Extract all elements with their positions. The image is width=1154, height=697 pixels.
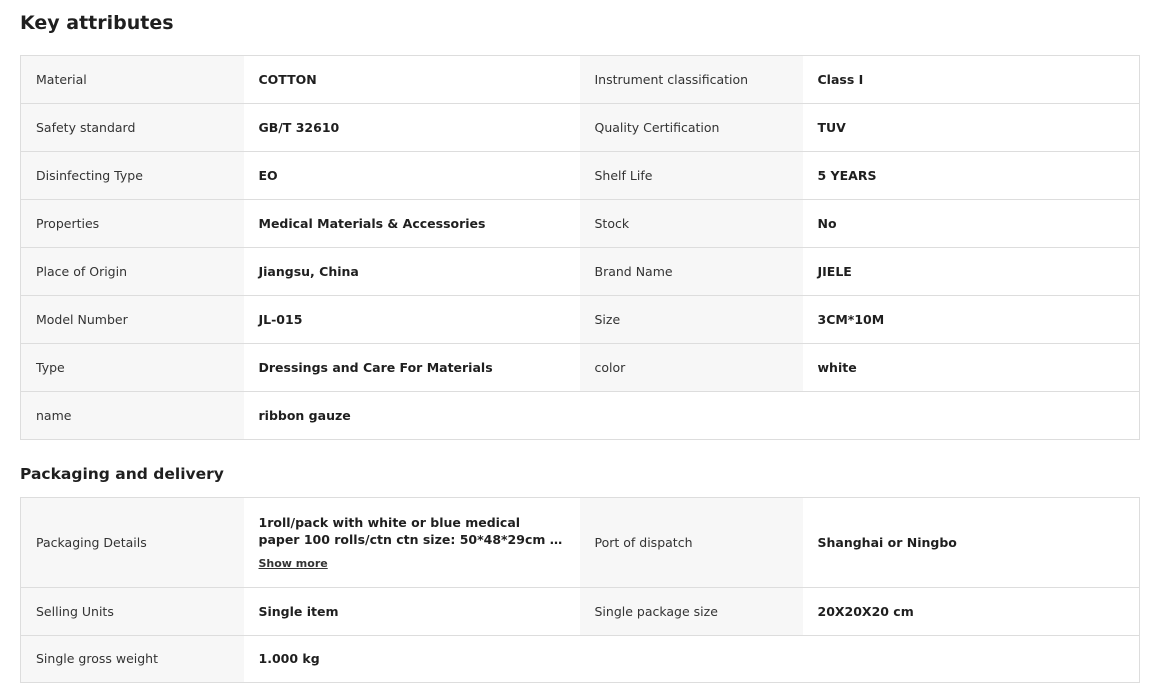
attribute-row: Single gross weight 1.000 kg bbox=[20, 635, 1140, 683]
attribute-value: No bbox=[802, 199, 1140, 248]
attribute-label: Place of Origin bbox=[20, 247, 244, 296]
port-of-dispatch-value: Shanghai or Ningbo bbox=[802, 497, 1140, 588]
packaging-details-value: 1roll/pack with white or blue medical pa… bbox=[243, 497, 580, 588]
packaging-details-text: 1roll/pack with white or blue medical pa… bbox=[258, 514, 565, 547]
attribute-row: Place of Origin Jiangsu, China Brand Nam… bbox=[20, 247, 1140, 296]
attribute-value: EO bbox=[243, 151, 580, 200]
attribute-value: GB/T 32610 bbox=[243, 103, 580, 152]
attribute-value: ribbon gauze bbox=[243, 391, 580, 440]
package-size-value: 20X20X20 cm bbox=[802, 587, 1140, 636]
attribute-row: Disinfecting Type EO Shelf Life 5 YEARS bbox=[20, 151, 1140, 200]
attribute-label: Quality Certification bbox=[579, 103, 803, 152]
attribute-value: Medical Materials & Accessories bbox=[243, 199, 580, 248]
attribute-value: Class I bbox=[802, 55, 1140, 104]
package-size-label: Single package size bbox=[579, 587, 803, 636]
empty-cell bbox=[802, 635, 1140, 683]
attribute-label: Instrument classification bbox=[579, 55, 803, 104]
key-attributes-title: Key attributes bbox=[20, 12, 174, 34]
attribute-label: name bbox=[20, 391, 244, 440]
attribute-row: Packaging Details 1roll/pack with white … bbox=[20, 497, 1140, 588]
gross-weight-value: 1.000 kg bbox=[243, 635, 580, 683]
attribute-row: Material COTTON Instrument classificatio… bbox=[20, 55, 1140, 104]
attribute-value: Dressings and Care For Materials bbox=[243, 343, 580, 392]
attribute-row: Properties Medical Materials & Accessori… bbox=[20, 199, 1140, 248]
attribute-row: Type Dressings and Care For Materials co… bbox=[20, 343, 1140, 392]
attribute-value: 5 YEARS bbox=[802, 151, 1140, 200]
gross-weight-label: Single gross weight bbox=[20, 635, 244, 683]
attribute-label: Safety standard bbox=[20, 103, 244, 152]
attribute-value: TUV bbox=[802, 103, 1140, 152]
attribute-value: JL-015 bbox=[243, 295, 580, 344]
port-of-dispatch-label: Port of dispatch bbox=[579, 497, 803, 588]
attribute-value: Jiangsu, China bbox=[243, 247, 580, 296]
show-more-link[interactable]: Show more bbox=[259, 556, 328, 572]
attribute-value: JIELE bbox=[802, 247, 1140, 296]
attribute-label: Size bbox=[579, 295, 803, 344]
packaging-table: Packaging Details 1roll/pack with white … bbox=[20, 497, 1140, 683]
selling-units-label: Selling Units bbox=[20, 587, 244, 636]
empty-cell bbox=[579, 635, 803, 683]
attribute-row: Safety standard GB/T 32610 Quality Certi… bbox=[20, 103, 1140, 152]
selling-units-value: Single item bbox=[243, 587, 580, 636]
attribute-row: name ribbon gauze bbox=[20, 391, 1140, 440]
attribute-label: Properties bbox=[20, 199, 244, 248]
attribute-row: Model Number JL-015 Size 3CM*10M bbox=[20, 295, 1140, 344]
attribute-value: 3CM*10M bbox=[802, 295, 1140, 344]
attribute-value: COTTON bbox=[243, 55, 580, 104]
empty-cell bbox=[579, 391, 803, 440]
attribute-label: Disinfecting Type bbox=[20, 151, 244, 200]
attribute-row: Selling Units Single item Single package… bbox=[20, 587, 1140, 636]
attribute-label: Brand Name bbox=[579, 247, 803, 296]
attribute-value: white bbox=[802, 343, 1140, 392]
attribute-label: color bbox=[579, 343, 803, 392]
attribute-label: Material bbox=[20, 55, 244, 104]
packaging-details-label: Packaging Details bbox=[20, 497, 244, 588]
attribute-label: Model Number bbox=[20, 295, 244, 344]
key-attributes-table: Material COTTON Instrument classificatio… bbox=[20, 55, 1140, 440]
attribute-label: Stock bbox=[579, 199, 803, 248]
empty-cell bbox=[802, 391, 1140, 440]
attribute-label: Shelf Life bbox=[579, 151, 803, 200]
attribute-label: Type bbox=[20, 343, 244, 392]
packaging-delivery-title: Packaging and delivery bbox=[20, 465, 224, 483]
